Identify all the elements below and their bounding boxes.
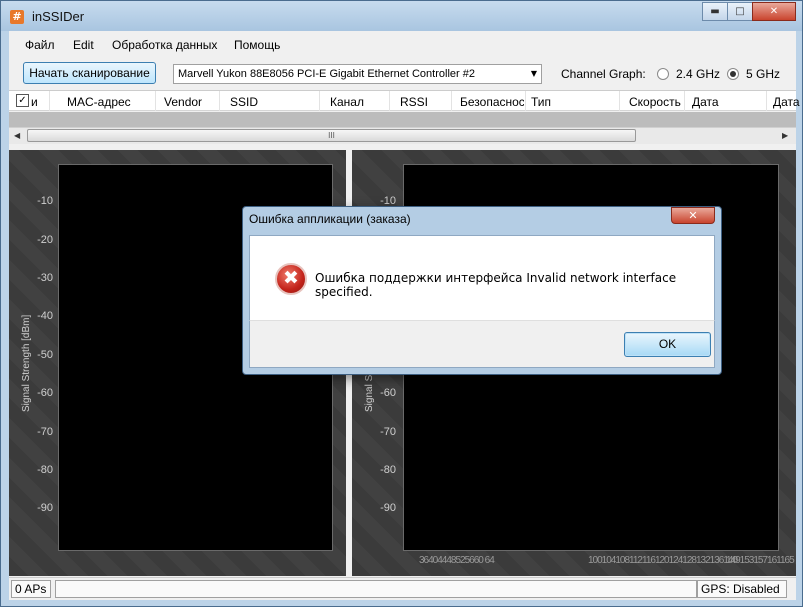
y-tick: -90 xyxy=(380,502,396,514)
y-tick: -40 xyxy=(37,310,53,322)
hash-icon: # xyxy=(10,10,24,24)
toolbar: Начать сканирование Marvell Yukon 88E805… xyxy=(9,59,796,89)
dialog-body: ✖ Ошибка поддержки интерфейса Invalid ne… xyxy=(249,235,715,321)
column-header[interactable]: RSSI xyxy=(400,95,428,111)
y-tick: -50 xyxy=(37,349,53,361)
y-tick: -80 xyxy=(37,464,53,476)
column-divider xyxy=(766,91,767,111)
menu-file[interactable]: Файл xyxy=(25,38,55,52)
minimize-button[interactable]: ▬ xyxy=(702,2,728,21)
y-tick: -30 xyxy=(37,272,53,284)
network-table-header: ✓ и MAC-адрес Vendor SSID Канал RSSI Без… xyxy=(9,90,800,111)
column-header[interactable]: и xyxy=(31,95,38,111)
column-header[interactable]: Скорость xyxy=(629,95,681,111)
x-tick-labels: 149153157161165 xyxy=(726,555,795,566)
column-header[interactable]: Дата xyxy=(692,95,719,111)
column-header[interactable]: Дата xyxy=(773,95,800,111)
scroll-thumb[interactable]: III xyxy=(27,129,636,142)
horizontal-scrollbar[interactable]: ◀ III ▶ xyxy=(9,127,796,144)
status-bar: 0 APs GPS: Disabled xyxy=(9,577,796,600)
error-message: Ошибка поддержки интерфейса Invalid netw… xyxy=(315,271,677,299)
y-tick: -60 xyxy=(37,387,53,399)
title-bar: # inSSIDer ▬ □ ✕ xyxy=(1,1,802,31)
ok-button[interactable]: OK xyxy=(624,332,711,357)
column-divider xyxy=(525,91,526,111)
column-divider xyxy=(319,91,320,111)
column-header[interactable]: Канал xyxy=(330,95,364,111)
column-header[interactable]: MAC-адрес xyxy=(67,95,131,111)
error-icon: ✖ xyxy=(275,263,307,295)
scroll-left-icon[interactable]: ◀ xyxy=(14,131,20,140)
column-header[interactable]: Тип xyxy=(531,95,551,111)
ap-count: 0 APs xyxy=(11,580,51,598)
menu-help[interactable]: Помощь xyxy=(234,38,280,52)
radio-5ghz[interactable] xyxy=(727,68,739,80)
y-tick: -60 xyxy=(380,387,396,399)
maximize-button[interactable]: □ xyxy=(727,2,753,21)
y-tick: -80 xyxy=(380,464,396,476)
y-tick: -90 xyxy=(37,502,53,514)
y-tick: -10 xyxy=(37,195,53,207)
column-divider xyxy=(451,91,452,111)
dialog-title: Ошибка аппликации (заказа) xyxy=(249,212,411,226)
status-message xyxy=(55,580,697,598)
column-header[interactable]: Vendor xyxy=(164,95,202,111)
dialog-close-button[interactable]: ✕ xyxy=(671,207,715,224)
error-dialog: Ошибка аппликации (заказа) ✕ ✖ Ошибка по… xyxy=(242,206,722,375)
select-all-checkbox[interactable]: ✓ xyxy=(16,94,29,107)
y-tick: -70 xyxy=(380,426,396,438)
y-tick: -20 xyxy=(37,234,53,246)
network-table-body xyxy=(9,112,796,127)
menu-bar: Файл Edit Обработка данных Помощь xyxy=(9,31,796,59)
start-scan-button[interactable]: Начать сканирование xyxy=(23,62,156,84)
column-divider xyxy=(684,91,685,111)
column-divider xyxy=(49,91,50,111)
y-tick: -70 xyxy=(37,426,53,438)
scroll-right-icon[interactable]: ▶ xyxy=(782,131,788,140)
dialog-footer: OK xyxy=(249,320,715,368)
column-header[interactable]: Безопасность xyxy=(460,95,524,111)
menu-edit[interactable]: Edit xyxy=(73,38,94,52)
radio-5ghz-label: 5 GHz xyxy=(746,67,781,81)
menu-data-processing[interactable]: Обработка данных xyxy=(112,38,217,52)
x-tick-labels: 36404448525660 64 xyxy=(419,555,495,566)
radio-2-4ghz[interactable] xyxy=(657,68,669,80)
column-header[interactable]: SSID xyxy=(230,95,258,111)
channel-graph-label: Channel Graph: xyxy=(561,67,646,81)
radio-2-4ghz-label: 2.4 GHz xyxy=(676,67,721,81)
window-controls: ▬ □ ✕ xyxy=(702,2,796,21)
gps-status: GPS: Disabled xyxy=(697,580,787,598)
chevron-down-icon: ▼ xyxy=(530,69,537,78)
window-title: inSSIDer xyxy=(32,9,85,24)
adapter-select[interactable]: Marvell Yukon 88E8056 PCI-E Gigabit Ethe… xyxy=(173,64,542,84)
column-divider xyxy=(389,91,390,111)
column-divider xyxy=(155,91,156,111)
adapter-select-value: Marvell Yukon 88E8056 PCI-E Gigabit Ethe… xyxy=(178,68,475,80)
column-divider xyxy=(619,91,620,111)
x-tick-labels: 100104108112116120124128132136140 xyxy=(588,555,738,566)
column-divider xyxy=(219,91,220,111)
close-button[interactable]: ✕ xyxy=(752,2,796,21)
